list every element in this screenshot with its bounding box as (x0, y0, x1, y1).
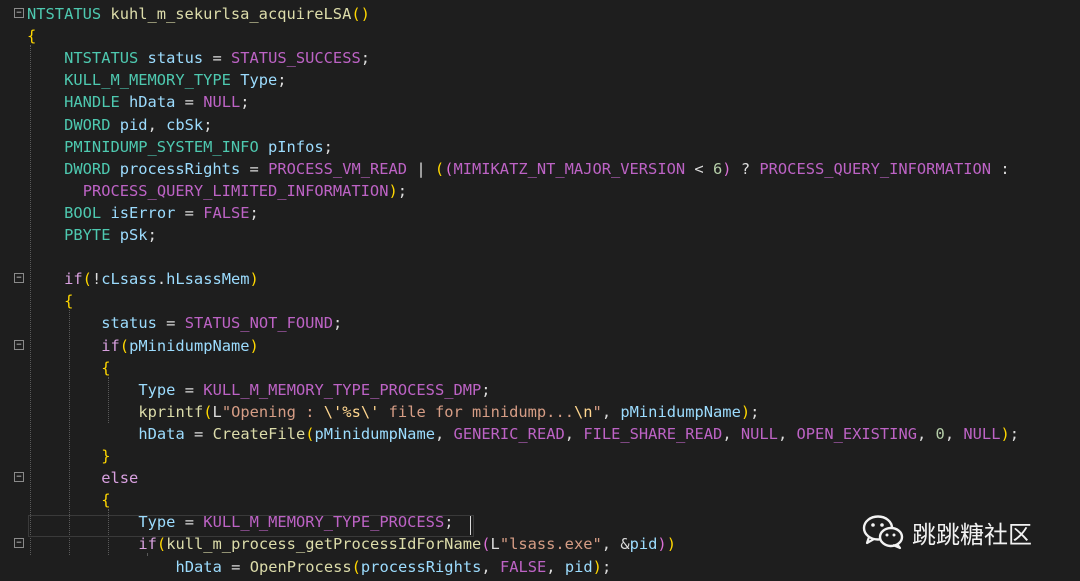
code-line[interactable]: status = STATUS_NOT_FOUND; (0, 312, 1080, 334)
code-line[interactable]: PMINIDUMP_SYSTEM_INFO pInfos; (0, 136, 1080, 158)
code-line[interactable]: − if(pMinidumpName) (0, 335, 1080, 357)
fold-collapse-icon[interactable]: − (14, 472, 24, 483)
code-text: { (27, 27, 37, 46)
code-line[interactable]: kprintf(L"Opening : \'%s\' file for mini… (0, 401, 1080, 423)
code-line[interactable]: { (0, 489, 1080, 511)
indent-guide (147, 553, 148, 556)
code-line[interactable]: { (0, 25, 1080, 47)
text-cursor (470, 516, 471, 535)
code-line[interactable]: − else (0, 467, 1080, 489)
code-text: KULL_M_MEMORY_TYPE Type; (64, 71, 287, 90)
code-line[interactable]: NTSTATUS status = STATUS_SUCCESS; (0, 47, 1080, 69)
fold-collapse-icon[interactable]: − (14, 538, 24, 549)
code-line[interactable]: KULL_M_MEMORY_TYPE Type; (0, 69, 1080, 91)
code-text: if(!cLsass.hLsassMem) (64, 270, 259, 289)
code-text: PBYTE pSk; (64, 226, 157, 244)
code-line[interactable]: − if(!cLsass.hLsassMem) (0, 268, 1080, 290)
fold-collapse-icon[interactable]: − (14, 339, 24, 350)
code-text: else (101, 469, 139, 488)
code-text: hData = OpenProcess(processRights, FALSE… (175, 557, 612, 576)
watermark: 跳跳糖社区 (862, 510, 1032, 554)
code-text: PMINIDUMP_SYSTEM_INFO pInfos; (64, 137, 333, 156)
code-line[interactable]: } (0, 445, 1080, 467)
indent-guide (30, 45, 31, 556)
code-text: { (64, 292, 74, 311)
current-line-highlight (28, 515, 474, 537)
code-line[interactable]: HANDLE hData = NULL; (0, 91, 1080, 113)
indent-guide (108, 376, 109, 423)
watermark-text: 跳跳糖社区 (912, 520, 1032, 549)
code-text: BOOL isError = FALSE; (64, 203, 259, 222)
code-line[interactable]: BOOL isError = FALSE; (0, 202, 1080, 224)
code-text: NTSTATUS status = STATUS_SUCCESS; (64, 49, 371, 68)
code-line[interactable]: { (0, 357, 1080, 379)
code-text: DWORD processRights = PROCESS_VM_READ | … (64, 159, 1010, 178)
fold-collapse-icon[interactable]: − (14, 8, 24, 18)
code-text: if(pMinidumpName) (101, 336, 259, 355)
code-text: PROCESS_QUERY_LIMITED_INFORMATION); (82, 181, 408, 200)
fold-collapse-icon[interactable]: − (14, 273, 24, 284)
code-text: kprintf(L"Opening : \'%s\' file for mini… (138, 402, 760, 421)
code-line[interactable]: { (0, 290, 1080, 312)
wechat-icon (862, 515, 904, 550)
code-line[interactable]: Type = KULL_M_MEMORY_TYPE_PROCESS_DMP; (0, 379, 1080, 401)
code-line[interactable]: − NTSTATUS kuhl_m_sekurlsa_acquireLSA() (0, 3, 1080, 25)
code-text: Type = KULL_M_MEMORY_TYPE_PROCESS_DMP; (138, 380, 491, 399)
code-line[interactable]: hData = OpenProcess(processRights, FALSE… (0, 556, 1080, 578)
code-line[interactable]: hData = CreateFile(pMinidumpName, GENERI… (0, 423, 1080, 445)
code-line[interactable]: DWORD processRights = PROCESS_VM_READ | … (0, 158, 1080, 180)
code-line[interactable]: DWORD pid, cbSk; (0, 114, 1080, 136)
code-text: HANDLE hData = NULL; (64, 93, 250, 112)
code-text: DWORD pid, cbSk; (64, 115, 213, 134)
code-text: status = STATUS_NOT_FOUND; (101, 314, 343, 333)
code-text: NTSTATUS kuhl_m_sekurlsa_acquireLSA() (27, 5, 370, 23)
code-line[interactable] (0, 246, 1080, 268)
code-editor[interactable]: − NTSTATUS kuhl_m_sekurlsa_acquireLSA(){ … (0, 0, 1080, 581)
code-line[interactable]: PBYTE pSk; (0, 224, 1080, 246)
code-text: hData = CreateFile(pMinidumpName, GENERI… (138, 424, 1020, 443)
code-line[interactable]: PROCESS_QUERY_LIMITED_INFORMATION); (0, 180, 1080, 202)
